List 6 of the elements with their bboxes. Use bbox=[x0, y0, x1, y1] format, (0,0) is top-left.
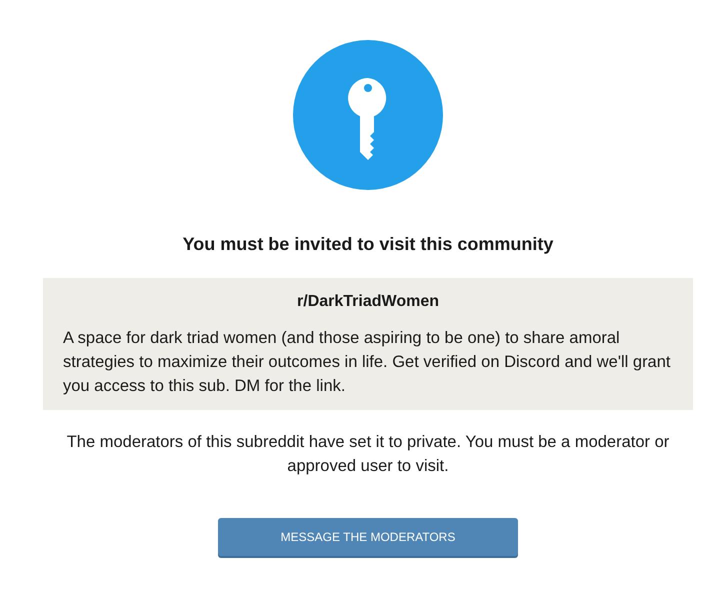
community-name: r/DarkTriadWomen bbox=[296, 292, 440, 312]
community-description: A space for dark triad women (and those aspiring to be one) to share amoral strategies to maximize their outcomes in life. Get verified on Discord and we'll grant you access to this sub. DM for the link. bbox=[63, 328, 672, 397]
message-moderators-button[interactable]: MESSAGE THE MODERATORS bbox=[218, 518, 518, 556]
key-icon bbox=[293, 40, 443, 190]
page-heading: You must be invited to visit this community bbox=[182, 234, 554, 256]
private-notice: The moderators of this subreddit have set it to private. You must be a moderator or approved user to visit. bbox=[66, 432, 670, 477]
